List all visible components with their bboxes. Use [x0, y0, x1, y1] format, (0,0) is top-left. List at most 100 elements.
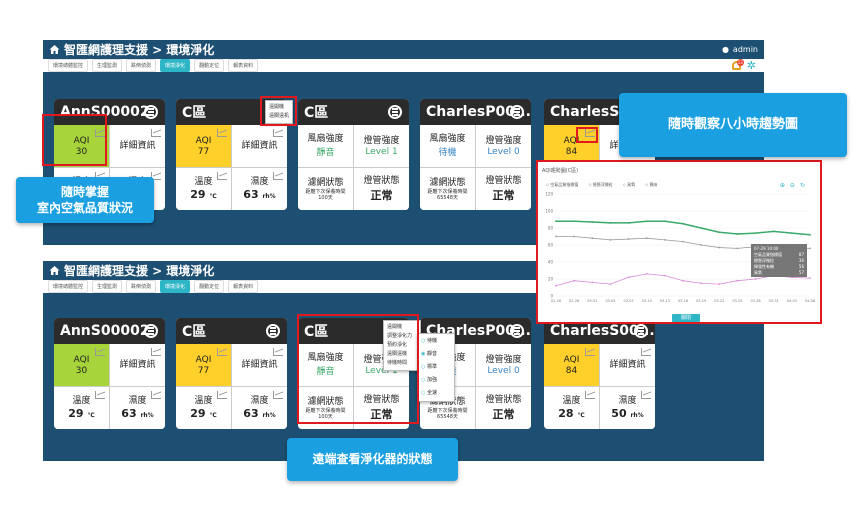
filter-value: 65548天 [437, 194, 458, 201]
trend-icon[interactable] [217, 129, 227, 137]
lampstat-cell: 燈管狀態 正常 [476, 387, 531, 429]
remote-control-icon[interactable] [388, 105, 402, 119]
remote-control-icon[interactable] [510, 105, 524, 119]
detail-cell[interactable]: 詳細資訊 [110, 125, 165, 167]
remote-control-icon[interactable] [144, 324, 158, 338]
humidity-cell: 濕度63 rh% [232, 168, 287, 210]
trend-icon[interactable] [217, 172, 227, 180]
highlight-status-card [297, 314, 419, 424]
detail-cell[interactable]: 詳細資訊 [232, 125, 287, 167]
tab-fall[interactable]: 跌倒偵測 [126, 59, 157, 72]
lamp-cell[interactable]: 燈管強度 Level 0 [476, 125, 531, 167]
chart-tooltip: 07-29 10:00 空氣品質指標值 87 總懸浮微粒 36 揮發性有機 56 臭氧 57 [751, 244, 807, 277]
lampstat-cell: 燈管狀態 正常 [354, 168, 409, 210]
x-tick-label: 03-07 [623, 299, 633, 303]
trend-icon[interactable] [273, 172, 283, 180]
temp-number: 29 [68, 407, 84, 420]
trend-icon[interactable] [273, 348, 283, 356]
tab-report[interactable]: 報表資料 [228, 280, 259, 293]
lamp-cell[interactable]: 燈管強度 Level 0 [476, 344, 531, 386]
filter-label: 濾網狀態 [429, 177, 466, 188]
tab-physiology[interactable]: 生理監測 [92, 280, 123, 293]
fan-option[interactable]: 全速 [421, 387, 451, 400]
device-card: CharlesS00...AQI84詳細資訊溫度28 ℃濕度50 rh% [544, 318, 655, 429]
lamp-cell[interactable]: 燈管強度 Level 1 [354, 125, 409, 167]
bell-icon[interactable]: 13 [731, 59, 744, 70]
trend-icon[interactable] [273, 129, 283, 137]
fan-option[interactable]: 標準 [421, 361, 451, 374]
aqi-cell[interactable]: AQI 84 [544, 344, 599, 386]
card-grid: AQI84詳細資訊溫度28 ℃濕度50 rh% [544, 344, 655, 429]
lampstat-value: 正常 [492, 407, 515, 421]
tab-overview[interactable]: 環境總體監控 [48, 280, 89, 293]
remote-control-icon[interactable] [144, 105, 158, 119]
data-point [809, 247, 811, 250]
trend-icon[interactable] [641, 391, 651, 399]
fan-cell[interactable]: 風扇強度 靜音 [298, 125, 353, 167]
aqi-cell[interactable]: AQI 77 [176, 125, 231, 167]
y-tick-label: 20 [548, 277, 554, 282]
close-button[interactable]: 關閉 [672, 314, 700, 322]
remote-control-icon[interactable] [634, 324, 648, 338]
y-tick-label: 100 [545, 209, 553, 214]
tab-purify[interactable]: 環境淨化 [160, 280, 191, 293]
user-menu[interactable]: ●admin [722, 45, 758, 54]
trend-icon[interactable] [151, 391, 161, 399]
aqi-cell[interactable]: AQI 30 [54, 344, 109, 386]
data-point [736, 247, 739, 250]
detail-cell[interactable]: 詳細資訊 [110, 344, 165, 386]
trend-icon[interactable] [585, 348, 595, 356]
data-point [645, 273, 648, 275]
lamp-label: 燈管強度 [485, 354, 522, 365]
aqi-label: AQI [73, 354, 90, 365]
trend-icon[interactable] [217, 348, 227, 356]
aqi-cell[interactable]: AQI 77 [176, 344, 231, 386]
data-point [627, 276, 630, 279]
tab-fall[interactable]: 跌倒偵測 [126, 280, 157, 293]
data-point [645, 220, 648, 223]
filter-value: 100天 [318, 194, 333, 201]
fan-option[interactable]: 待機 [421, 335, 451, 348]
tab-report[interactable]: 報表資料 [228, 59, 259, 72]
home-icon[interactable] [49, 266, 60, 275]
trend-icon[interactable] [273, 391, 283, 399]
tab-turning[interactable]: 翻動定位 [194, 59, 225, 72]
tab-turning[interactable]: 翻動定位 [194, 280, 225, 293]
data-point [754, 232, 757, 234]
fan-option[interactable]: 靜音 [421, 348, 451, 361]
trend-icon[interactable] [641, 348, 651, 356]
data-point [700, 282, 703, 285]
y-tick-label: 0 [550, 294, 553, 299]
tab-physiology[interactable]: 生理監測 [92, 59, 123, 72]
fan-label: 風扇強度 [429, 134, 466, 144]
data-point [682, 279, 684, 282]
data-point [718, 246, 721, 249]
fan-cell[interactable]: 風扇強度待機 [420, 125, 475, 167]
temp-value: 28 ℃ [558, 407, 584, 420]
gear-icon[interactable]: ✲ [747, 60, 756, 71]
remote-control-icon[interactable] [266, 324, 280, 338]
humidity-cell: 濕度50 rh% [600, 387, 655, 429]
data-point [555, 284, 557, 287]
trend-icon[interactable] [151, 348, 161, 356]
humidity-number: 63 [121, 407, 137, 420]
detail-cell[interactable]: 詳細資訊 [600, 344, 655, 386]
trend-icon[interactable] [585, 391, 595, 399]
fan-label: 風扇強度 [307, 134, 344, 144]
user-icon: ● [721, 45, 729, 54]
home-icon[interactable] [49, 45, 60, 54]
remote-control-icon[interactable] [510, 324, 524, 338]
temp-number: 29 [190, 188, 206, 201]
aqi-value: 30 [75, 365, 88, 376]
fan-strength-submenu[interactable]: 待機 靜音 標準 加強 全速 [417, 333, 455, 402]
trend-icon[interactable] [95, 391, 105, 399]
trend-icon[interactable] [217, 391, 227, 399]
lamp-value: Level 0 [487, 146, 520, 157]
fan-option[interactable]: 加強 [421, 374, 451, 387]
data-point [754, 278, 757, 280]
trend-icon[interactable] [151, 129, 161, 137]
tab-purify[interactable]: 環境淨化 [160, 59, 191, 72]
detail-cell[interactable]: 詳細資訊 [232, 344, 287, 386]
tab-overview[interactable]: 環境總體監控 [48, 59, 89, 72]
trend-icon[interactable] [95, 348, 105, 356]
